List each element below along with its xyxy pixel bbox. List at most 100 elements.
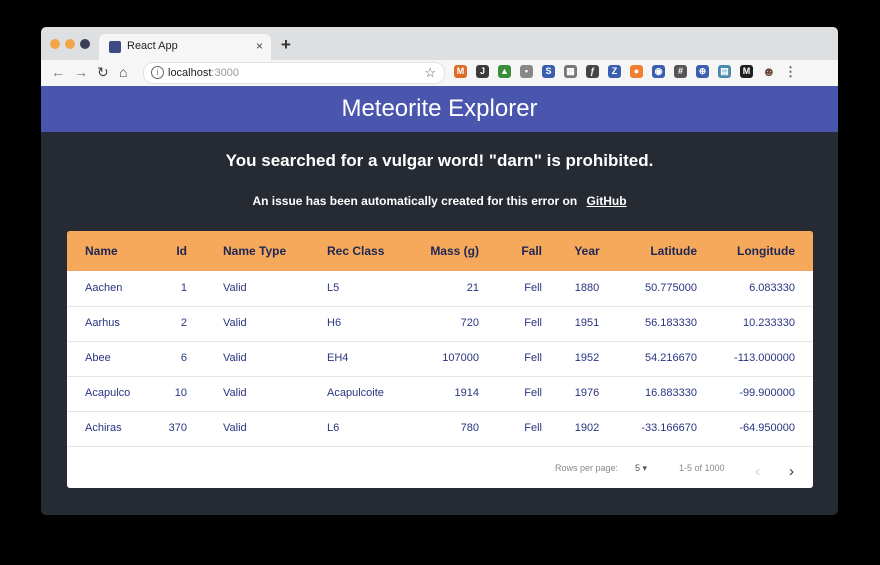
- cell-year: 1952: [574, 352, 600, 364]
- back-button[interactable]: ←: [51, 64, 65, 80]
- column-header-rec-class[interactable]: Rec Class: [327, 244, 384, 258]
- gmail-extension-icon[interactable]: M: [454, 65, 467, 78]
- cell-year: 1880: [574, 282, 600, 294]
- meteorite-table: Name Id Name Type Rec Class Mass (g) Fal…: [67, 231, 813, 488]
- cell-mass: 107000: [442, 352, 479, 364]
- cell-name: Aachen: [85, 282, 123, 294]
- cell-name-type: Valid: [223, 387, 247, 399]
- table-row[interactable]: Acapulco 10 Valid Acapulcoite 1914 Fell 1976 16…: [67, 376, 813, 412]
- forward-button[interactable]: →: [74, 64, 88, 80]
- cell-id: 370: [168, 422, 187, 434]
- cell-fall: Fell: [524, 317, 542, 329]
- web-extension-icon[interactable]: ⊕: [696, 65, 709, 78]
- info-icon[interactable]: i: [151, 66, 164, 79]
- profile-avatar-icon[interactable]: ☻: [762, 65, 776, 78]
- drive-extension-icon[interactable]: ▲: [498, 65, 511, 78]
- orange-extension-icon[interactable]: ●: [630, 65, 643, 78]
- column-header-mass[interactable]: Mass (g): [407, 244, 479, 258]
- table-row[interactable]: Aarhus 2 Valid H6 720 Fell 1951 56.183330 10.233…: [67, 306, 813, 342]
- react-favicon-icon: [109, 41, 121, 53]
- column-header-year[interactable]: Year: [567, 244, 607, 258]
- cell-name-type: Valid: [223, 352, 247, 364]
- minimize-window-button[interactable]: [65, 39, 75, 49]
- cell-longitude: -113.000000: [734, 352, 795, 364]
- cell-name: Aarhus: [85, 317, 120, 329]
- rows-per-page-select[interactable]: 5 ▾: [635, 463, 647, 474]
- doc-extension-icon[interactable]: S: [542, 65, 555, 78]
- reload-button[interactable]: ↻: [97, 64, 109, 81]
- cell-rec-class: L5: [327, 282, 340, 294]
- cell-mass: 780: [460, 422, 479, 434]
- cell-latitude: -33.166670: [641, 422, 697, 434]
- cell-longitude: -99.900000: [739, 387, 795, 399]
- cell-rec-class: EH4: [327, 352, 349, 364]
- cell-name-type: Valid: [223, 422, 247, 434]
- column-header-fall[interactable]: Fall: [512, 244, 542, 258]
- browser-toolbar: ← → ↻ ⌂ i localhost:3000 ☆ M J ▲ ▪ S ▦ ƒ Z ● ◉ # ⊕ ▤…: [41, 60, 838, 87]
- github-link[interactable]: GitHub: [587, 194, 627, 208]
- cell-fall: Fell: [524, 387, 542, 399]
- cell-mass: 1914: [454, 387, 479, 399]
- table-pagination: Rows per page: 5 ▾ 1-5 of 1000 ‹ ›: [67, 451, 813, 488]
- url-port: :3000: [211, 67, 239, 79]
- url-host: localhost: [168, 67, 212, 79]
- cell-mass: 720: [460, 317, 479, 329]
- table-row[interactable]: Achiras 370 Valid L6 780 Fell 1902 -33.166670 -6…: [67, 411, 813, 447]
- pagination-range: 1-5 of 1000: [679, 463, 725, 473]
- cell-latitude: 16.883330: [645, 387, 697, 399]
- cell-name-type: Valid: [223, 317, 247, 329]
- cell-rec-class: L6: [327, 422, 340, 434]
- menu-kebab-icon[interactable]: ⋮: [784, 65, 797, 78]
- hash-extension-icon[interactable]: #: [674, 65, 687, 78]
- browser-tab[interactable]: React App ×: [99, 34, 271, 60]
- grid-extension-icon[interactable]: ▦: [564, 65, 577, 78]
- close-window-button[interactable]: [50, 39, 60, 49]
- screen-extension-icon[interactable]: ▤: [718, 65, 731, 78]
- column-header-name[interactable]: Name: [85, 244, 118, 258]
- table-header: Name Id Name Type Rec Class Mass (g) Fal…: [67, 231, 813, 271]
- cell-longitude: -64.950000: [739, 422, 795, 434]
- error-subtitle-text: An issue has been automatically created …: [252, 194, 578, 208]
- calendar-extension-icon[interactable]: ▪: [520, 65, 533, 78]
- new-tab-button[interactable]: +: [281, 35, 291, 55]
- chat-extension-icon[interactable]: ◉: [652, 65, 665, 78]
- column-header-longitude[interactable]: Longitude: [707, 244, 795, 258]
- cell-longitude: 10.233330: [743, 317, 795, 329]
- table-row[interactable]: Abee 6 Valid EH4 107000 Fell 1952 54.216670 -113…: [67, 341, 813, 377]
- column-header-id[interactable]: Id: [167, 244, 187, 258]
- cell-id: 1: [180, 282, 187, 294]
- maximize-window-button[interactable]: [80, 39, 90, 49]
- cell-fall: Fell: [524, 352, 542, 364]
- mdn-extension-icon[interactable]: M: [740, 65, 753, 78]
- cell-fall: Fell: [524, 282, 542, 294]
- cell-year: 1976: [574, 387, 600, 399]
- next-page-button[interactable]: ›: [789, 463, 794, 480]
- cell-id: 6: [180, 352, 187, 364]
- star-icon[interactable]: ☆: [424, 65, 436, 81]
- table-row[interactable]: Aachen 1 Valid L5 21 Fell 1880 50.775000 6.08333…: [67, 271, 813, 307]
- rows-per-page-label: Rows per page:: [555, 463, 619, 473]
- cell-mass: 21: [466, 282, 479, 294]
- cell-longitude: 6.083330: [749, 282, 795, 294]
- cell-name: Abee: [85, 352, 111, 364]
- column-header-name-type[interactable]: Name Type: [223, 244, 286, 258]
- zotero-extension-icon[interactable]: Z: [608, 65, 621, 78]
- cell-latitude: 56.183330: [645, 317, 697, 329]
- home-button[interactable]: ⌂: [119, 64, 127, 80]
- tab-close-icon[interactable]: ×: [256, 39, 263, 53]
- error-subtitle: An issue has been automatically created …: [41, 194, 838, 208]
- address-bar[interactable]: i localhost:3000 ☆: [143, 62, 445, 84]
- cell-name: Acapulco: [85, 387, 131, 399]
- cell-latitude: 54.216670: [645, 352, 697, 364]
- function-extension-icon[interactable]: ƒ: [586, 65, 599, 78]
- previous-page-button[interactable]: ‹: [755, 463, 760, 480]
- cell-rec-class: H6: [327, 317, 342, 329]
- tab-title: React App: [127, 40, 178, 52]
- cell-year: 1902: [574, 422, 600, 434]
- cell-rec-class: Acapulcoite: [327, 387, 384, 399]
- column-header-latitude[interactable]: Latitude: [615, 244, 697, 258]
- url-text: localhost:3000: [168, 67, 239, 79]
- title-bar: React App × +: [41, 27, 838, 60]
- cell-id: 10: [174, 387, 187, 399]
- bookmark-extension-icon[interactable]: J: [476, 65, 489, 78]
